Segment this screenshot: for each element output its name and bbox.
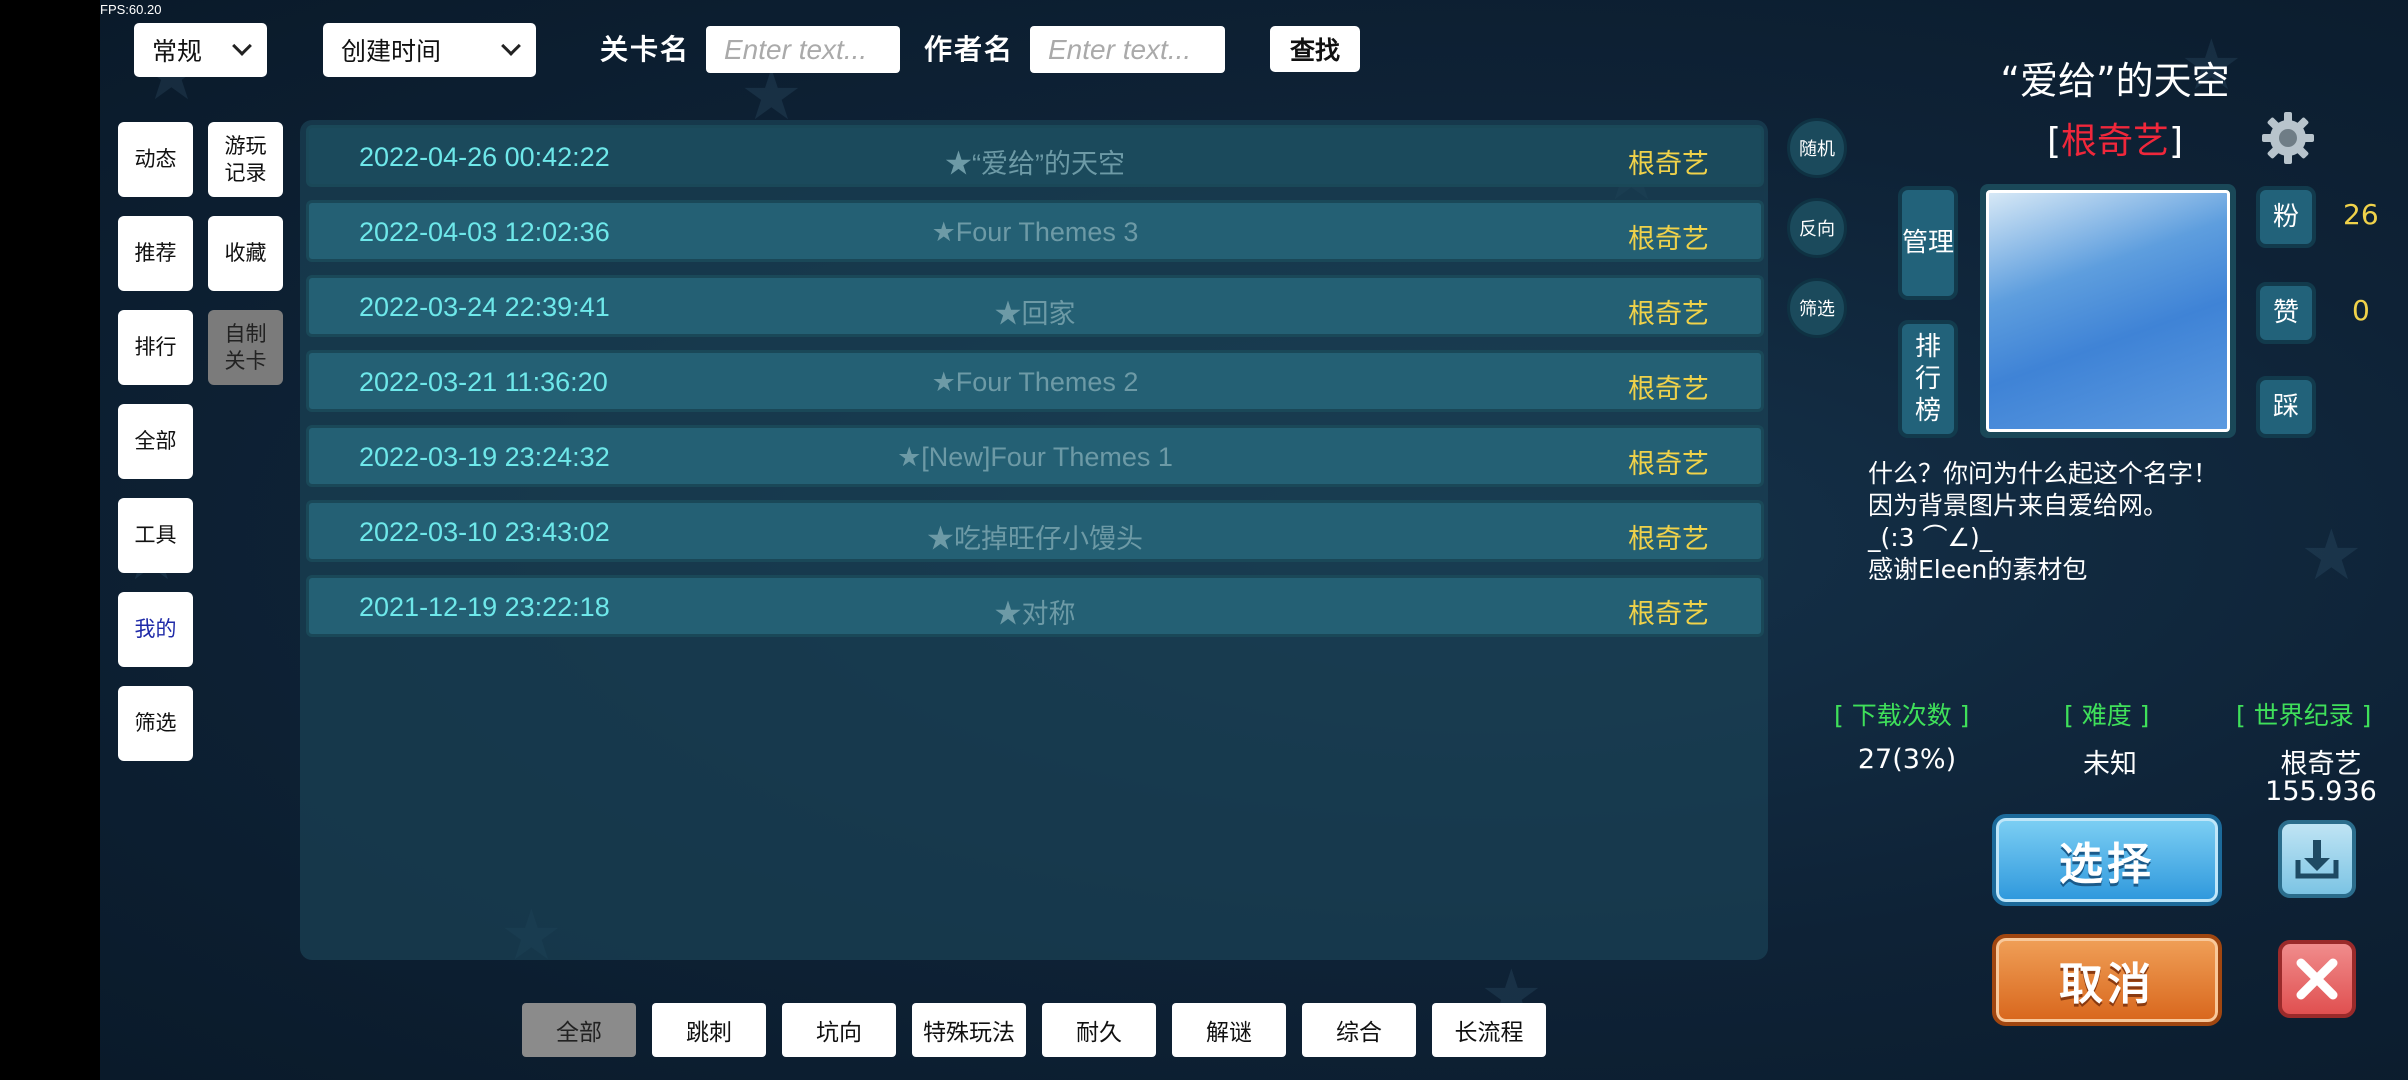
level-title: ★“爱给”的天空	[945, 149, 1125, 179]
downloads-label: [ 下载次数 ]	[1834, 701, 1970, 730]
downloads-value: 27(3%)	[1857, 744, 1957, 775]
level-row[interactable]: 2021-12-19 23:22:18 ★对称 根奇艺	[306, 575, 1764, 637]
level-row[interactable]: 2022-04-26 00:42:22 ★“爱给”的天空 根奇艺	[306, 125, 1764, 187]
mode-select[interactable]: 常规	[134, 23, 267, 77]
reverse-button[interactable]: 反向	[1787, 198, 1847, 258]
author-name-label: 作者名	[924, 33, 1015, 66]
tab-long-course[interactable]: 长流程	[1432, 1003, 1546, 1057]
gear-icon[interactable]	[2262, 112, 2314, 164]
level-title: ★回家	[994, 299, 1076, 329]
filter-button[interactable]: 筛选	[1787, 278, 1847, 338]
level-title: ★[New]Four Themes 1	[897, 442, 1173, 472]
difficulty-value: 未知	[2083, 749, 2137, 780]
world-record-label: [ 世界纪录 ]	[2236, 701, 2372, 730]
cancel-button[interactable]: 取消	[1992, 934, 2222, 1026]
search-button[interactable]: 查找	[1270, 26, 1360, 72]
close-button[interactable]	[2278, 940, 2356, 1018]
sort-select-value: 创建时间	[341, 37, 442, 66]
tab-endurance[interactable]: 耐久	[1042, 1003, 1156, 1057]
level-author: 根奇艺	[1628, 449, 1709, 480]
level-author: 根奇艺	[1628, 224, 1709, 255]
fans-button[interactable]: 粉	[2256, 186, 2316, 248]
tab-special-gameplay[interactable]: 特殊玩法	[912, 1003, 1026, 1057]
likes-count: 0	[2352, 294, 2370, 327]
level-title: ★对称	[994, 599, 1076, 629]
author-bracket-close: ]	[2169, 121, 2184, 162]
select-button[interactable]: 选择	[1992, 814, 2222, 906]
level-title: ★Four Themes 2	[931, 367, 1139, 397]
sort-select[interactable]: 创建时间	[323, 23, 536, 77]
nav-custom-levels[interactable]: 自制关卡	[208, 310, 283, 385]
chevron-down-icon	[501, 36, 521, 56]
level-author: 根奇艺	[1628, 149, 1709, 180]
level-title: ★Four Themes 3	[931, 217, 1139, 247]
manage-button[interactable]: 管理	[1898, 186, 1958, 300]
level-row[interactable]: 2022-04-03 12:02:36 ★Four Themes 3 根奇艺	[306, 200, 1764, 262]
level-title: ★吃掉旺仔小馒头	[927, 524, 1143, 554]
tab-trap[interactable]: 坑向	[782, 1003, 896, 1057]
level-preview-image	[1980, 184, 2236, 438]
fans-count: 26	[2343, 198, 2379, 231]
level-row[interactable]: 2022-03-10 23:43:02 ★吃掉旺仔小馒头 根奇艺	[306, 500, 1764, 562]
nav-play-history[interactable]: 游玩记录	[208, 122, 283, 197]
nav-favorites[interactable]: 收藏	[208, 216, 283, 291]
level-author: 根奇艺	[1628, 374, 1709, 405]
leaderboard-button[interactable]: 排行榜	[1898, 320, 1958, 438]
fps-counter: FPS:60.20	[100, 2, 162, 17]
background-star-icon: ★	[2300, 514, 2363, 596]
nav-ranking[interactable]: 排行	[118, 310, 193, 385]
tab-spike-jump[interactable]: 跳刺	[652, 1003, 766, 1057]
download-button[interactable]	[2278, 820, 2356, 898]
close-icon	[2296, 958, 2338, 1000]
nav-filter[interactable]: 筛选	[118, 686, 193, 761]
nav-all[interactable]: 全部	[118, 404, 193, 479]
level-row[interactable]: 2022-03-19 23:24:32 ★[New]Four Themes 1 …	[306, 425, 1764, 487]
tab-puzzle[interactable]: 解谜	[1172, 1003, 1286, 1057]
level-row[interactable]: 2022-03-24 22:39:41 ★回家 根奇艺	[306, 275, 1764, 337]
level-detail-title: “爱给”的天空	[2000, 59, 2230, 103]
difficulty-label: [ 难度 ]	[2064, 701, 2150, 730]
author-name: 根奇艺	[2060, 121, 2169, 162]
level-name-label: 关卡名	[600, 33, 691, 66]
author-bracket-open: [	[2046, 121, 2061, 162]
level-author: 根奇艺	[1628, 524, 1709, 555]
tab-mixed[interactable]: 综合	[1302, 1003, 1416, 1057]
level-author: 根奇艺	[1628, 299, 1709, 330]
nav-mine[interactable]: 我的	[118, 592, 193, 667]
like-button[interactable]: 赞	[2256, 282, 2316, 344]
nav-tools[interactable]: 工具	[118, 498, 193, 573]
download-icon	[2295, 840, 2339, 879]
level-row[interactable]: 2022-03-21 11:36:20 ★Four Themes 2 根奇艺	[306, 350, 1764, 412]
world-record-time: 155.936	[2265, 776, 2377, 807]
mode-select-value: 常规	[152, 37, 203, 66]
level-author: 根奇艺	[1628, 599, 1709, 630]
tab-all[interactable]: 全部	[522, 1003, 636, 1057]
dislike-button[interactable]: 踩	[2256, 376, 2316, 438]
random-button[interactable]: 随机	[1787, 118, 1847, 178]
author-name-input[interactable]	[1030, 26, 1225, 73]
level-detail-author[interactable]: [根奇艺]	[1970, 112, 2260, 164]
nav-activity[interactable]: 动态	[118, 122, 193, 197]
nav-recommended[interactable]: 推荐	[118, 216, 193, 291]
level-name-input[interactable]	[706, 26, 900, 73]
level-description: 什么？你问为什么起这个名字！ 因为背景图片来自爱给网。 _(:3 ⌒∠)_ 感谢…	[1868, 459, 2219, 584]
chevron-down-icon	[232, 36, 252, 56]
